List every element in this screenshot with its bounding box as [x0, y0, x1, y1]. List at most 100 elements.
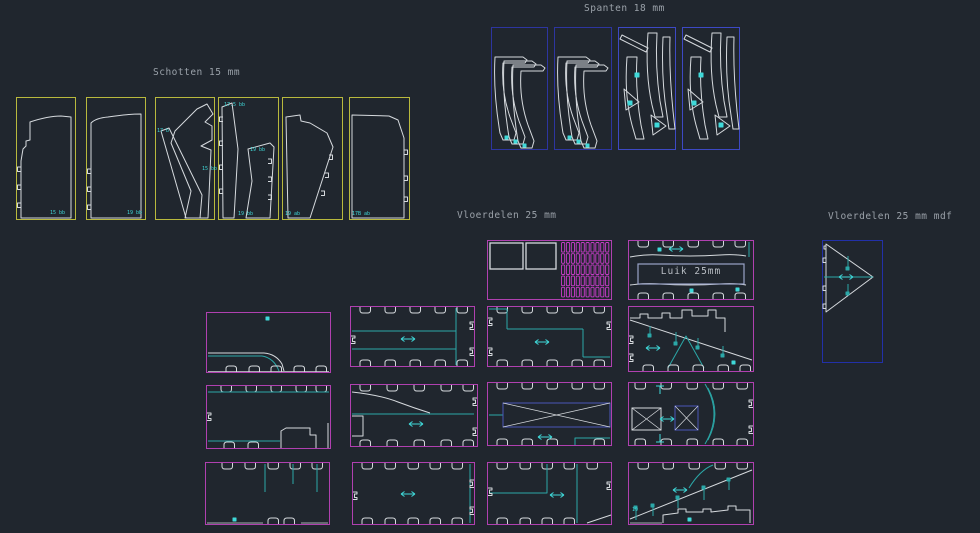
outline-geometry	[587, 515, 611, 523]
outline-geometry	[352, 115, 404, 218]
outline-geometry	[638, 293, 746, 299]
spanten-panel-3[interactable]	[619, 28, 676, 150]
vloer-panel-r2c1[interactable]	[207, 386, 331, 449]
section-title-schotten: Schotten 15 mm	[153, 67, 240, 78]
teal-guide-line	[489, 309, 610, 357]
spanten-panel-2[interactable]	[555, 28, 612, 150]
outline-geometry	[488, 318, 492, 356]
outline-geometry	[567, 61, 599, 144]
cyan-mark	[409, 422, 423, 427]
section-title-spanten: Spanten 18 mm	[584, 3, 665, 14]
part-label: 15 bb	[50, 211, 65, 216]
spanten-panel-1[interactable]	[492, 28, 548, 150]
vloer-panel-r2c2[interactable]	[351, 385, 478, 447]
panel-border	[823, 241, 883, 363]
panel-border	[206, 463, 330, 525]
vloer-panel-r2c3[interactable]	[488, 383, 612, 446]
panel-border	[488, 241, 612, 300]
outline-geometry	[352, 416, 363, 436]
schotten-panel-3[interactable]	[156, 98, 215, 220]
cyan-mark	[688, 518, 691, 521]
outline-geometry	[91, 114, 141, 218]
schotten-panel-6[interactable]	[350, 98, 410, 220]
part-label: 19 ab	[285, 212, 300, 217]
cyan-mark	[660, 417, 674, 422]
cyan-mark	[535, 340, 549, 345]
outline-geometry	[607, 322, 611, 330]
panel-border	[207, 386, 331, 449]
section-title-vloerdelen: Vloerdelen 25 mm	[457, 210, 557, 221]
outline-geometry	[207, 413, 211, 421]
outline-geometry	[286, 115, 333, 218]
panel-border	[488, 383, 612, 446]
cyan-mark	[673, 488, 687, 493]
slot-pattern	[562, 243, 609, 297]
teal-guide-line	[489, 464, 577, 523]
spanten-panel-4[interactable]	[683, 28, 740, 150]
outline-geometry	[353, 492, 357, 500]
outline-geometry	[222, 103, 238, 218]
cyan-mark	[401, 492, 415, 497]
outline-geometry	[630, 320, 752, 360]
vloer-panel-r1c3[interactable]	[488, 307, 612, 367]
outline-geometry	[222, 463, 323, 469]
outline-geometry	[497, 518, 575, 524]
drawing-layer[interactable]	[0, 0, 980, 533]
part-label: 19	[632, 508, 638, 513]
vloer-panel-r3c2[interactable]	[353, 463, 475, 525]
outline-geometry	[360, 440, 474, 446]
outline-geometry	[663, 506, 750, 523]
vloer-panel-r2c4[interactable]	[629, 383, 754, 446]
vloer-panel-r1c2[interactable]	[351, 307, 475, 367]
part-label: 19 bb	[238, 212, 253, 217]
outline-geometry	[404, 150, 408, 202]
cad-drawing-canvas[interactable]: Schotten 15 mm Spanten 18 mm Vloerdelen …	[0, 0, 980, 533]
cyan-mark	[538, 435, 552, 440]
outline-geometry	[360, 360, 468, 366]
outline-geometry	[638, 463, 748, 469]
vloer-panel-r3c1[interactable]	[206, 463, 330, 525]
outline-geometry	[826, 244, 873, 312]
vloer-panel-r1c1[interactable]	[207, 313, 331, 373]
outline-geometry	[647, 33, 663, 117]
outline-geometry	[711, 33, 727, 117]
vloer-panel-r1c4[interactable]	[629, 307, 754, 372]
outline-geometry	[607, 482, 611, 490]
outline-geometry	[497, 360, 605, 366]
outline-geometry	[362, 518, 463, 524]
outline-geometry	[497, 307, 605, 313]
outline-geometry	[635, 439, 748, 445]
outline-geometry	[513, 65, 545, 148]
outline-geometry	[503, 403, 610, 427]
panel-border	[17, 98, 76, 220]
vloer-panel-r3c3[interactable]	[488, 463, 612, 525]
cyan-mark	[505, 136, 526, 147]
panel-border	[156, 98, 215, 220]
vloer-panel-r3c4[interactable]	[629, 463, 754, 525]
outline-geometry	[351, 336, 355, 344]
cyan-mark	[628, 73, 659, 127]
outline-geometry	[749, 400, 753, 434]
outline-geometry	[21, 116, 71, 218]
outline-geometry	[470, 480, 474, 515]
cyan-mark	[233, 518, 236, 521]
schotten-panel-5[interactable]	[283, 98, 343, 220]
schotten-panel-1[interactable]	[17, 98, 76, 220]
outline-geometry	[470, 322, 474, 356]
panel-border	[629, 383, 754, 446]
outline-geometry	[246, 143, 274, 218]
outline-geometry	[684, 35, 712, 52]
vloer-panel-grid[interactable]	[488, 241, 612, 300]
mdf-panel[interactable]	[823, 241, 883, 363]
outline-geometry	[321, 155, 333, 196]
outline-geometry	[675, 406, 698, 430]
teal-guide-line	[648, 334, 724, 357]
schotten-panel-4[interactable]	[219, 98, 279, 220]
schotten-panel-2[interactable]	[87, 98, 146, 220]
part-label: 19 bb	[127, 211, 142, 216]
teal-guide-line	[668, 336, 704, 368]
teal-guide-line	[689, 465, 713, 488]
teal-guide-line	[651, 478, 730, 507]
teal-guide-line	[705, 384, 714, 444]
cyan-mark	[401, 337, 415, 342]
